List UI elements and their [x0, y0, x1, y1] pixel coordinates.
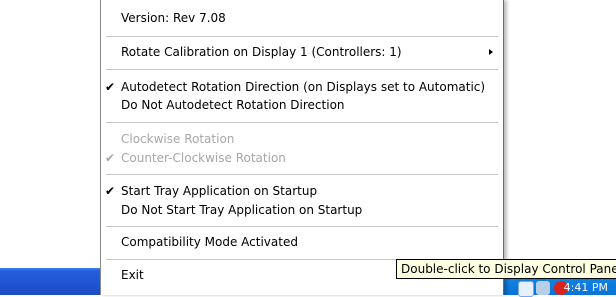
menu-separator: [106, 174, 498, 175]
clock: 4:41 PM: [563, 281, 608, 294]
exit-label: Exit: [121, 268, 144, 282]
menu-separator: [106, 36, 498, 37]
submenu-arrow-icon: [489, 49, 493, 55]
menu-separator: [106, 122, 498, 123]
menu-separator: [106, 226, 498, 227]
menu-item-version[interactable]: Version: Rev 7.08: [101, 7, 503, 29]
menu-item-counter-clockwise: ✔ Counter-Clockwise Rotation: [101, 147, 503, 169]
compat-mode-label: Compatibility Mode Activated: [121, 235, 298, 249]
menu-separator: [106, 69, 498, 70]
context-menu: Version: Rev 7.08 Rotate Calibration on …: [100, 0, 504, 295]
counter-clockwise-label: Counter-Clockwise Rotation: [121, 151, 286, 165]
menu-item-no-autodetect[interactable]: Do Not Autodetect Rotation Direction: [101, 94, 503, 116]
menu-item-compat-mode[interactable]: Compatibility Mode Activated: [101, 231, 503, 253]
no-start-tray-label: Do Not Start Tray Application on Startup: [121, 203, 363, 217]
checkmark-icon: ✔: [105, 151, 116, 165]
no-autodetect-label: Do Not Autodetect Rotation Direction: [121, 98, 345, 112]
version-label: Version: Rev 7.08: [121, 11, 226, 25]
menu-item-rotate-calibration[interactable]: Rotate Calibration on Display 1 (Control…: [101, 41, 503, 63]
menu-item-no-start-tray[interactable]: Do Not Start Tray Application on Startup: [101, 199, 503, 221]
rotate-calibration-label: Rotate Calibration on Display 1 (Control…: [121, 45, 402, 59]
tray-tooltip: Double-click to Display Control Panel: [396, 259, 616, 279]
pen-icon[interactable]: [536, 281, 550, 295]
